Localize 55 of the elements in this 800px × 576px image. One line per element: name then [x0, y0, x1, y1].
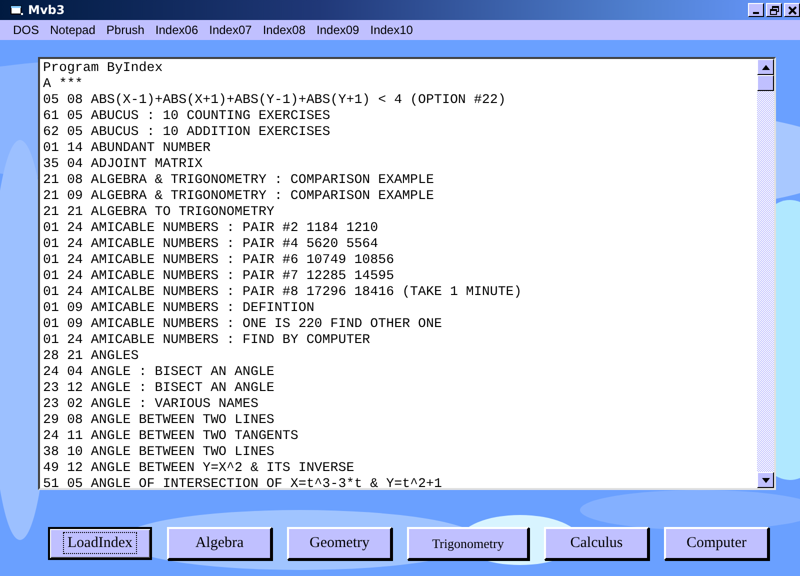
- list-item[interactable]: 01 09 AMICABLE NUMBERS : DEFINTION: [43, 300, 757, 316]
- program-list[interactable]: [38, 57, 776, 490]
- close-button[interactable]: [784, 3, 800, 17]
- list-item[interactable]: 24 11 ANGLE BETWEEN TWO TANGENTS: [43, 428, 757, 444]
- list-item[interactable]: 21 08 ALGEBRA & TRIGONOMETRY : COMPARISON EXAMPLE: [43, 172, 757, 188]
- restore-button[interactable]: [766, 3, 782, 17]
- list-item[interactable]: 01 24 AMICABLE NUMBERS : PAIR #6 10749 10856: [43, 252, 757, 268]
- list-item[interactable]: 49 12 ANGLE BETWEEN Y=X^2 & ITS INVERSE: [43, 460, 757, 476]
- list-item[interactable]: 38 10 ANGLE BETWEEN TWO LINES: [43, 444, 757, 460]
- list-item[interactable]: 01 24 AMICABLE NUMBERS : PAIR #4 5620 5564: [43, 236, 757, 252]
- list-item[interactable]: 21 09 ALGEBRA & TRIGONOMETRY : COMPARISON EXAMPLE: [43, 188, 757, 204]
- minimize-button[interactable]: [748, 3, 764, 17]
- list-item[interactable]: 01 14 ABUNDANT NUMBER: [43, 140, 757, 156]
- menu-item[interactable]: Notepad: [44, 23, 100, 37]
- menu-item[interactable]: Index06: [149, 23, 204, 37]
- menu-item[interactable]: Pbrush: [100, 23, 150, 37]
- scroll-thumb[interactable]: [757, 75, 774, 91]
- list-item[interactable]: A ***: [43, 76, 757, 92]
- list-item[interactable]: 51 05 ANGLE OF INTERSECTION OF X=t^3-3*t & Y=t^2+1: [43, 476, 757, 488]
- list-item[interactable]: 01 24 AMICABLE NUMBERS : PAIR #7 12285 14595: [43, 268, 757, 284]
- list-item[interactable]: 61 05 ABUCUS : 10 COUNTING EXERCISES: [43, 108, 757, 124]
- up-arrow-icon: [762, 64, 770, 70]
- scroll-up-button[interactable]: [757, 59, 774, 75]
- category-button[interactable]: LoadIndex: [48, 527, 152, 560]
- restore-icon: [770, 6, 778, 14]
- list-item[interactable]: 01 24 AMICABLE NUMBERS : PAIR #2 1184 1210: [43, 220, 757, 236]
- close-icon: [788, 6, 796, 14]
- category-button[interactable]: Geometry: [287, 527, 392, 560]
- menu-item[interactable]: DOS: [7, 23, 44, 37]
- menu-item[interactable]: Index09: [310, 23, 364, 37]
- list-item[interactable]: 01 24 AMICALBE NUMBERS : PAIR #8 17296 18416 (TAKE 1 MINUTE): [43, 284, 757, 300]
- category-button[interactable]: Trigonometry: [407, 527, 529, 560]
- list-item[interactable]: 62 05 ABUCUS : 10 ADDITION EXERCISES: [43, 124, 757, 140]
- window-title: Mvb3: [28, 3, 65, 17]
- list-item[interactable]: 21 21 ALGEBRA TO TRIGONOMETRY: [43, 204, 757, 220]
- list-item[interactable]: 01 09 AMICABLE NUMBERS : ONE IS 220 FIND OTHER ONE: [43, 316, 757, 332]
- list-item[interactable]: Program ByIndex: [43, 60, 757, 76]
- list-item[interactable]: 23 02 ANGLE : VARIOUS NAMES: [43, 396, 757, 412]
- list-item[interactable]: 01 24 AMICABLE NUMBERS : FIND BY COMPUTER: [43, 332, 757, 348]
- scroll-down-button[interactable]: [757, 472, 774, 488]
- list-item[interactable]: 23 12 ANGLE : BISECT AN ANGLE: [43, 380, 757, 396]
- menu-item[interactable]: Index08: [256, 23, 311, 37]
- category-button[interactable]: Computer: [664, 527, 769, 560]
- down-arrow-icon: [762, 478, 770, 482]
- list-item[interactable]: 28 21 ANGLES: [43, 348, 757, 364]
- window-icon: [10, 4, 24, 16]
- list-item[interactable]: 29 08 ANGLE BETWEEN TWO LINES: [43, 412, 757, 428]
- category-button[interactable]: Calculus: [544, 527, 649, 560]
- list-item[interactable]: 35 04 ADJOINT MATRIX: [43, 156, 757, 172]
- menu-item[interactable]: Index07: [203, 23, 257, 37]
- menu-item[interactable]: Index10: [364, 23, 418, 37]
- list-item[interactable]: 24 04 ANGLE : BISECT AN ANGLE: [43, 364, 757, 380]
- vertical-scrollbar[interactable]: [757, 59, 774, 488]
- category-button[interactable]: Algebra: [167, 527, 272, 560]
- list-item[interactable]: 05 08 ABS(X-1)+ABS(X+1)+ABS(Y-1)+ABS(Y+1) < 4 (OPTION #22): [43, 92, 757, 108]
